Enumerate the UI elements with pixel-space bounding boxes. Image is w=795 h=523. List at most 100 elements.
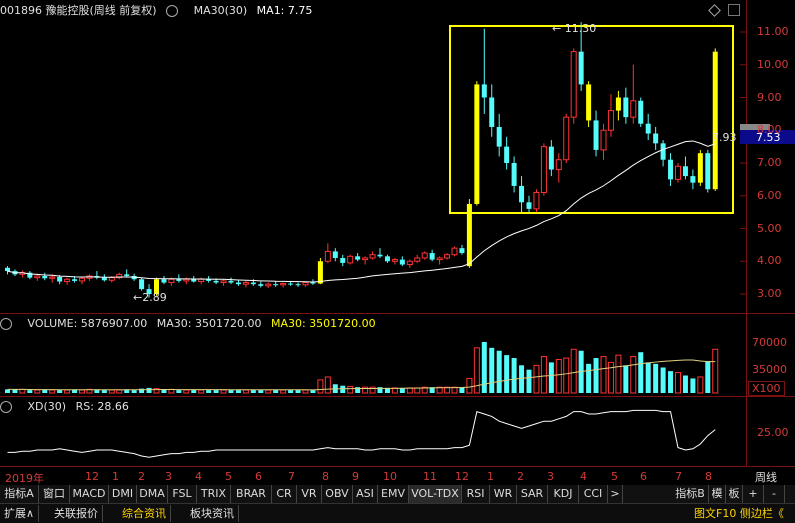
indicator-tab[interactable]: CCI — [579, 485, 608, 503]
indicator-tab[interactable]: RSI — [462, 485, 490, 503]
candle — [64, 277, 71, 285]
volume-bar — [295, 390, 301, 393]
volume-bar — [690, 378, 696, 393]
indicator-tab[interactable]: DMA — [137, 485, 168, 503]
candle — [459, 244, 465, 255]
volume-bar — [235, 390, 241, 393]
chart-canvas[interactable]: ← 11.30 ←2.89 7.93 7.53 — [0, 0, 795, 466]
candle — [391, 257, 398, 265]
candle — [466, 199, 472, 268]
candle — [362, 256, 369, 265]
bottom-tab[interactable]: 板块资讯 — [186, 505, 239, 522]
indicator-tab[interactable]: FSL — [168, 485, 197, 503]
rs-axis-label: 25.00 — [757, 426, 789, 439]
volume-bar — [183, 389, 190, 394]
candle — [101, 274, 107, 282]
candle — [94, 271, 100, 280]
volume-bar — [116, 389, 123, 394]
indicator-tab[interactable]: 指标A — [0, 485, 39, 503]
rs-gear-icon[interactable] — [0, 400, 18, 413]
volume-gear-icon[interactable] — [0, 317, 18, 330]
volume-bar — [131, 390, 137, 393]
volume-bar — [310, 390, 316, 393]
ma30-line — [7, 140, 716, 283]
price-tick: 4.00 — [757, 254, 782, 268]
volume-bar — [570, 348, 577, 394]
candle — [228, 277, 234, 285]
candle — [489, 84, 495, 137]
indicator-tab[interactable]: SAR — [517, 485, 548, 503]
x-tick: 2019年 — [5, 472, 44, 485]
indicator-tab[interactable]: ASI — [353, 485, 378, 503]
volume-bar — [682, 375, 688, 393]
indicator-tab[interactable]: EMV — [378, 485, 409, 503]
indicator-tab[interactable]: WR — [490, 485, 517, 503]
volume-bar — [27, 390, 33, 393]
indicator-tab[interactable]: KDJ — [548, 485, 579, 503]
indicator-tab[interactable]: DMI — [109, 485, 137, 503]
candle — [481, 28, 487, 114]
volume-value: VOLUME: 5876907.00 — [27, 317, 148, 330]
volume-bar — [489, 347, 495, 393]
indicator-right-tab[interactable]: 指标B — [672, 485, 709, 503]
bottom-tab[interactable]: 综合资讯 — [118, 505, 171, 522]
indicator-tab[interactable]: TRIX — [197, 485, 231, 503]
candle — [668, 153, 674, 186]
volume-bar — [675, 372, 681, 394]
volume-bar — [191, 390, 197, 393]
indicator-right-tab[interactable]: - — [764, 485, 785, 503]
volume-bar — [638, 352, 644, 393]
volume-bar — [317, 379, 324, 394]
candle — [519, 176, 525, 213]
volume-bar — [548, 362, 554, 393]
x-tick: 6 — [255, 470, 262, 483]
x-tick: 12 — [85, 470, 99, 483]
volume-bar — [176, 390, 182, 393]
x-tick: 2 — [517, 470, 524, 483]
bottom-tab[interactable]: 关联报价 — [50, 505, 103, 522]
candle — [235, 280, 241, 286]
candle — [324, 243, 331, 263]
candle — [265, 282, 272, 289]
indicator-tab[interactable]: 窗口 — [39, 485, 70, 503]
period-label[interactable]: 周线 — [755, 469, 777, 485]
indicator-right-tab[interactable]: 板 — [726, 485, 743, 503]
indicator-tab[interactable]: VOL-TDX — [409, 485, 462, 503]
x-tick: 7 — [675, 470, 682, 483]
indicator-tab[interactable]: > — [608, 485, 623, 503]
bottom-right-link[interactable]: 图文F10 侧边栏《 — [690, 505, 788, 522]
indicator-tab[interactable]: VR — [297, 485, 322, 503]
bottom-bar: 图文F10 侧边栏《 扩展∧ 关联报价 综合资讯 板块资讯 — [0, 503, 795, 523]
candle — [27, 271, 33, 280]
indicator-tabbar: 指标A 窗口 MACD DMI DMA FSL TRIX BRAR CR VR OBV ASI EMV V… — [0, 485, 795, 503]
indicator-tab[interactable]: BRAR — [231, 485, 272, 503]
volume-bar — [586, 363, 592, 393]
volume-bar — [198, 389, 205, 394]
volume-bar — [280, 389, 287, 394]
indicator-right-tab[interactable]: + — [743, 485, 764, 503]
candle — [421, 251, 428, 260]
indicator-right-tab[interactable]: 模 — [709, 485, 726, 503]
candle — [540, 143, 547, 196]
price-tick: 10.00 — [757, 57, 789, 71]
candle — [139, 277, 145, 291]
volume-axis-high: 70000 — [752, 336, 787, 349]
volume-bar — [79, 389, 85, 394]
indicator-tab[interactable]: OBV — [322, 485, 353, 503]
rs-name: XD(30) — [27, 400, 67, 413]
candle — [161, 275, 167, 285]
bottom-tab[interactable]: 扩展∧ — [0, 505, 40, 522]
volume-bar — [555, 358, 562, 394]
volume-bar — [347, 385, 354, 394]
indicator-tab[interactable]: MACD — [70, 485, 109, 503]
indicator-tab[interactable]: CR — [272, 485, 297, 503]
candle — [638, 97, 644, 127]
candle — [533, 189, 540, 213]
candle — [548, 140, 554, 177]
candle — [690, 169, 696, 190]
volume-axis-mid: 35000 — [752, 363, 787, 376]
candle — [399, 256, 405, 267]
candle — [653, 126, 659, 150]
volume-bar — [540, 356, 547, 394]
candle — [280, 282, 287, 288]
